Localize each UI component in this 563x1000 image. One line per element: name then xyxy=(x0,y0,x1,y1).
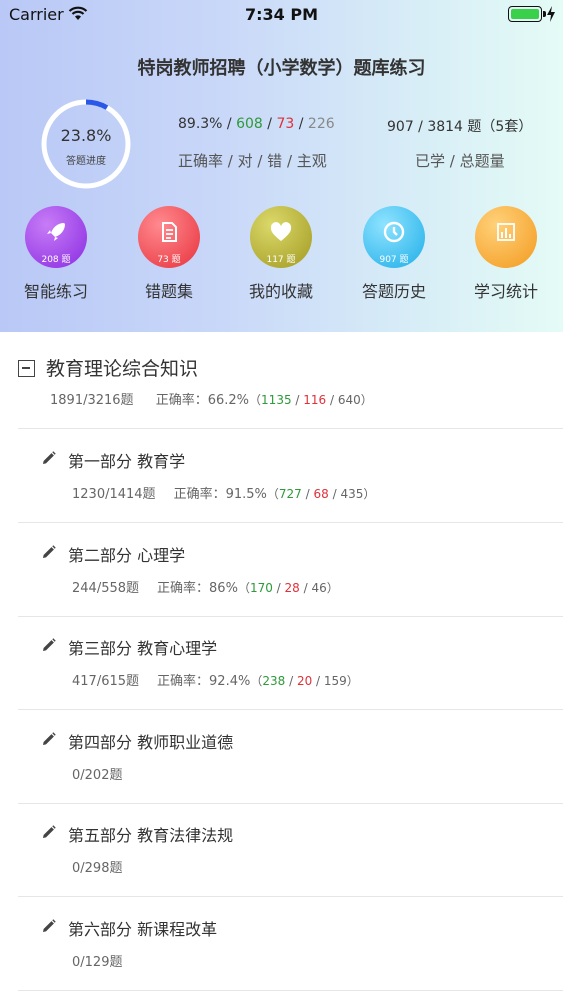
pencil-icon xyxy=(42,918,56,937)
chapter-progress: 417/615题 xyxy=(72,674,140,689)
chapter-accuracy: 92.4% xyxy=(209,674,251,689)
chapter-accuracy-label: 正确率： xyxy=(157,580,210,596)
rocket-icon xyxy=(47,223,65,241)
study-stats-circle xyxy=(475,206,537,268)
accuracy-stats-label: 正确率 / 对 / 错 / 主观 xyxy=(178,152,327,170)
chapter-stats: 0/129题 xyxy=(72,951,122,970)
favorites-badge: 117 题 xyxy=(266,255,296,265)
section-progress: 1891/3216题 xyxy=(50,393,134,408)
study-stats-label: 学习统计 xyxy=(473,282,538,301)
chapter-stats: 244/558题 正确率：86%（170 / 28 / 46） xyxy=(72,580,339,596)
clock: 7:34 PM xyxy=(244,5,318,24)
chapter-accuracy: 86% xyxy=(209,580,238,596)
chapter-stats: 417/615题 正确率：92.4%（238 / 20 / 159） xyxy=(72,674,359,689)
chapter-name: 第一部分 教育学 xyxy=(68,452,186,471)
chapter-progress: 244/558题 xyxy=(72,580,140,596)
heart-icon xyxy=(270,222,292,241)
chapter-correct: 727 xyxy=(278,487,302,501)
chapter-accuracy: 91.5% xyxy=(225,487,267,502)
pencil-icon xyxy=(42,637,56,656)
bar-chart-icon xyxy=(497,223,515,241)
chapter-correct: 170 xyxy=(249,580,273,595)
wrong-questions-badge: 73 题 xyxy=(157,255,181,265)
chapter-progress: 1230/1414题 xyxy=(72,487,156,502)
battery-icon xyxy=(508,6,546,22)
chapter-stats: 0/298题 xyxy=(72,857,122,876)
chapter-wrong: 28 xyxy=(284,580,300,595)
progress-percent: 23.8% xyxy=(60,126,112,145)
chapter-accuracy-label: 正确率： xyxy=(157,674,210,689)
header-panel: Carrier 7:34 PM 特岗教师招聘（小学数学）题库练习 23.8% 答… xyxy=(0,0,563,332)
pencil-icon xyxy=(42,450,56,469)
chapter-item[interactable]: 第五部分 教育法律法规 0/298题 xyxy=(0,803,563,897)
answer-history-label: 答题历史 xyxy=(361,282,426,301)
favorites-label: 我的收藏 xyxy=(248,282,313,301)
chapter-name: 第四部分 教师职业道德 xyxy=(68,732,234,752)
smart-practice-button[interactable]: 208 题 智能练习 xyxy=(6,206,106,302)
chapter-stats: 1230/1414题 正确率：91.5%（727 / 68 / 435） xyxy=(72,487,376,502)
document-icon xyxy=(162,222,177,242)
section-wrong: 116 xyxy=(303,393,327,407)
chapter-item[interactable]: 第四部分 教师职业道德 0/202题 xyxy=(0,710,563,804)
accuracy-rate: 89.3% xyxy=(178,116,223,132)
pencil-icon xyxy=(42,731,56,750)
favorites-button[interactable]: 117 题 我的收藏 xyxy=(231,206,331,302)
section-title: 教育理论综合知识 xyxy=(46,358,199,380)
answer-history-badge: 907 题 xyxy=(379,255,409,265)
wrong-count: 73 xyxy=(276,116,295,132)
chapter-progress: 0/298题 xyxy=(72,861,123,876)
answer-history-circle: 907 题 xyxy=(363,206,425,268)
favorites-circle: 117 题 xyxy=(250,206,312,268)
section-accuracy-label: 正确率： xyxy=(155,393,208,408)
section-correct: 1135 xyxy=(261,393,292,407)
charging-icon xyxy=(546,6,556,26)
studied-stats: 907 / 3814 题（5套） xyxy=(387,119,533,135)
studied-stats-label: 已学 / 总题量 xyxy=(415,152,505,170)
chapter-item[interactable]: 第一部分 教育学 1230/1414题 正确率：91.5%（727 / 68 / 4… xyxy=(0,429,563,523)
smart-practice-badge: 208 题 xyxy=(41,255,71,265)
correct-count: 608 xyxy=(236,116,263,132)
chapter-list: 教育理论综合知识 1891/3216题 正确率：66.2%（1135 / 116… xyxy=(0,332,563,1000)
history-icon xyxy=(383,221,405,243)
chapter-wrong: 20 xyxy=(296,674,313,688)
section-accuracy: 66.2% xyxy=(207,393,250,408)
chapter-progress: 0/202题 xyxy=(72,767,123,783)
chapter-name: 第二部分 心理学 xyxy=(68,545,186,565)
smart-practice-circle: 208 题 xyxy=(25,206,87,268)
chapter-stats: 0/202题 xyxy=(72,764,122,783)
chapter-name: 第五部分 教育法律法规 xyxy=(68,826,234,845)
chapter-subjective: 159 xyxy=(323,674,347,688)
status-bar: Carrier 7:34 PM xyxy=(0,0,563,30)
page-title: 特岗教师招聘（小学数学）题库练习 xyxy=(137,58,426,79)
chapter-name: 第六部分 新课程改革 xyxy=(68,919,218,939)
pencil-icon xyxy=(42,544,56,563)
chapter-name: 第三部分 教育心理学 xyxy=(68,639,218,658)
chapter-correct: 238 xyxy=(262,674,286,688)
chapter-progress: 0/129题 xyxy=(72,954,123,970)
divider xyxy=(18,989,563,991)
section-stats: 1891/3216题 正确率：66.2%（1135 / 116 / 640） xyxy=(50,393,373,408)
chapter-item[interactable]: 第六部分 新课程改革 0/129题 xyxy=(0,897,563,991)
progress-label: 答题进度 xyxy=(66,156,106,167)
chapter-item[interactable]: 第二部分 心理学 244/558题 正确率：86%（170 / 28 / 46） xyxy=(0,523,563,617)
subjective-count: 226 xyxy=(307,116,335,132)
answer-history-button[interactable]: 907 题 答题历史 xyxy=(344,206,444,302)
chapter-wrong: 68 xyxy=(313,487,329,501)
chapter-subjective: 435 xyxy=(340,487,364,501)
chapter-subjective: 46 xyxy=(311,580,327,595)
wrong-questions-button[interactable]: 73 题 错题集 xyxy=(119,206,219,302)
wrong-questions-circle: 73 题 xyxy=(138,206,200,268)
study-stats-button[interactable]: 学习统计 xyxy=(456,206,556,302)
section-subjective: 640 xyxy=(337,393,361,407)
chapter-item[interactable]: 第三部分 教育心理学 417/615题 正确率：92.4%（238 / 20 / 1… xyxy=(0,616,563,710)
chapter-accuracy-label: 正确率： xyxy=(173,487,226,502)
pencil-icon xyxy=(42,824,56,843)
accuracy-stats: 89.3% / 608 / 73 / 226 xyxy=(178,116,335,132)
collapse-icon[interactable] xyxy=(18,360,35,377)
wrong-questions-label: 错题集 xyxy=(144,282,193,301)
smart-practice-label: 智能练习 xyxy=(23,282,88,301)
